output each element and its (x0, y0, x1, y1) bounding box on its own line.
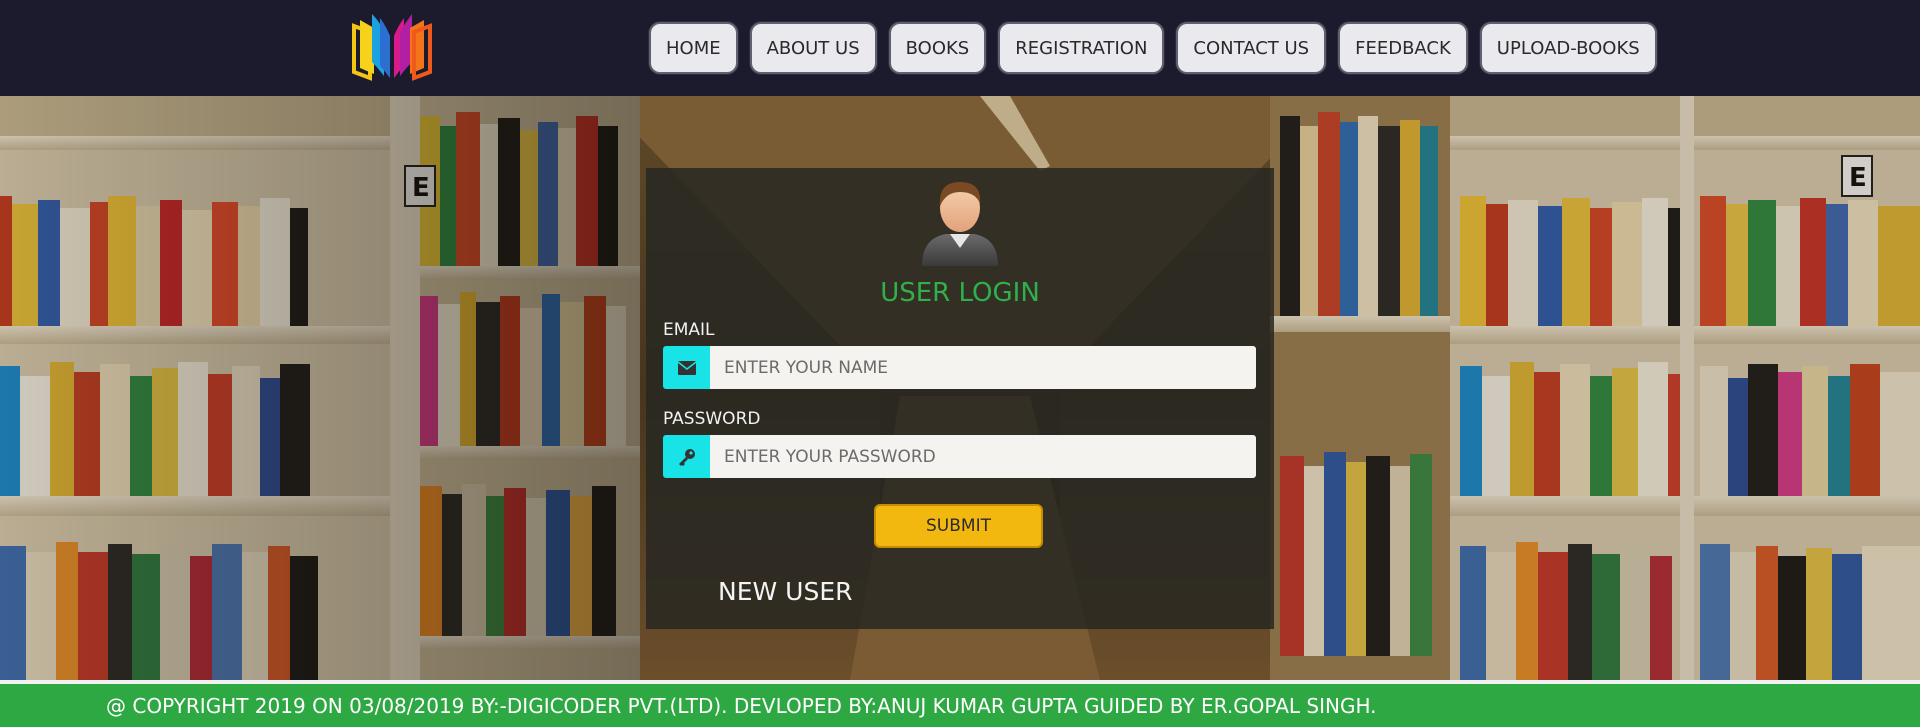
nav-contact-us-button[interactable]: CONTACT US (1176, 22, 1327, 74)
top-header: HOME ABOUT US BOOKS REGISTRATION CONTACT… (0, 0, 1920, 96)
login-title: USER LOGIN (880, 278, 1040, 308)
nav-registration-button[interactable]: REGISTRATION (998, 22, 1165, 74)
login-panel: USER LOGIN EMAIL PASSWORD SUBMIT (646, 168, 1274, 629)
library-background-image: E USER LOGIN EMAIL ENTER YOUR NAME PASSW… (0, 96, 1920, 680)
new-user-link[interactable]: NEW USER (718, 577, 853, 606)
main-nav: HOME ABOUT US BOOKS REGISTRATION CONTACT… (649, 22, 1657, 74)
nav-about-us-button[interactable]: ABOUT US (749, 22, 877, 74)
email-input[interactable] (710, 346, 1256, 389)
nav-feedback-button[interactable]: FEEDBACK (1338, 22, 1468, 74)
email-input-group (663, 346, 1256, 389)
password-label: PASSWORD (663, 409, 761, 429)
book-logo-icon[interactable] (350, 12, 434, 84)
envelope-icon (663, 346, 710, 389)
nav-home-button[interactable]: HOME (649, 22, 738, 74)
user-avatar-icon (922, 182, 998, 266)
email-label: EMAIL (663, 320, 715, 340)
nav-upload-books-button[interactable]: UPLOAD-BOOKS (1479, 22, 1657, 74)
submit-button[interactable]: SUBMIT (874, 504, 1043, 548)
nav-books-button[interactable]: BOOKS (888, 22, 987, 74)
password-input[interactable] (710, 435, 1256, 478)
copyright-text: @ COPYRIGHT 2019 ON 03/08/2019 BY:-DIGIC… (106, 694, 1377, 718)
password-input-group (663, 435, 1256, 478)
key-icon (663, 435, 710, 478)
footer: @ COPYRIGHT 2019 ON 03/08/2019 BY:-DIGIC… (0, 680, 1920, 727)
